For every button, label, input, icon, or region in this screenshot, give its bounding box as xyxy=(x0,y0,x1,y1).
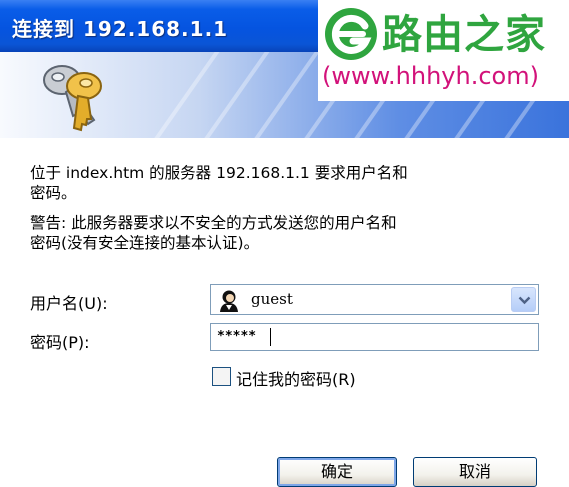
cancel-button[interactable]: 取消 xyxy=(413,457,537,487)
login-dialog: 连接到 192.168.1.1 位于 index.htm 的服务器 192.16… xyxy=(0,0,569,487)
remember-label: 记住我的密码(R) xyxy=(236,370,356,389)
password-label: 密码(P): xyxy=(30,333,90,352)
text-caret xyxy=(270,328,271,346)
window-title: 连接到 192.168.1.1 xyxy=(12,17,229,41)
watermark: 路由之家 (www.hhhyh.com) xyxy=(318,0,569,101)
password-input[interactable]: ***** xyxy=(210,323,539,351)
username-value: guest xyxy=(251,290,293,308)
chevron-down-icon[interactable] xyxy=(511,287,536,312)
keys-icon xyxy=(43,65,102,132)
ok-button[interactable]: 确定 xyxy=(277,457,397,487)
watermark-name: 路由之家 xyxy=(382,12,546,58)
user-icon xyxy=(220,290,238,312)
watermark-url: (www.hhhyh.com) xyxy=(322,62,539,90)
router-logo-icon xyxy=(325,8,377,60)
remember-checkbox[interactable] xyxy=(212,367,231,386)
security-warning: 警告: 此服务器要求以不安全的方式发送您的用户名和 密码(没有安全连接的基本认证… xyxy=(30,214,397,252)
username-label: 用户名(U): xyxy=(30,294,108,313)
dialog-content: 位于 index.htm 的服务器 192.168.1.1 要求用户名和 密码。… xyxy=(0,138,569,487)
password-value: ***** xyxy=(217,329,257,344)
username-combobox[interactable]: guest xyxy=(210,284,539,315)
server-message: 位于 index.htm 的服务器 192.168.1.1 要求用户名和 密码。 xyxy=(30,164,408,202)
